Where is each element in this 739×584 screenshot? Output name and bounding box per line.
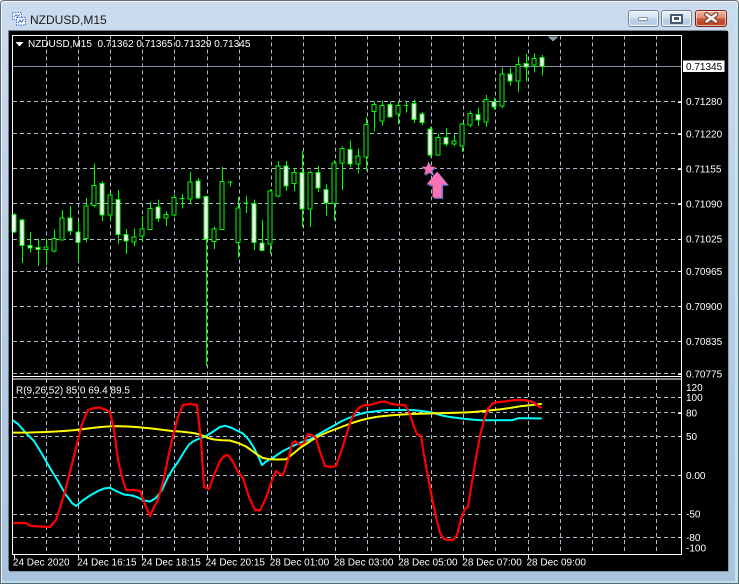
svg-text:80: 80 — [686, 409, 698, 420]
svg-text:28 Dec 03:00: 28 Dec 03:00 — [334, 558, 394, 569]
svg-text:28 Dec 07:00: 28 Dec 07:00 — [462, 558, 522, 569]
svg-text:NZDUSD,M15 0.71362 0.71365 0.: NZDUSD,M15 0.71362 0.71365 0.71329 0.713… — [28, 39, 251, 50]
svg-text:0.71220: 0.71220 — [686, 130, 723, 141]
svg-text:-50: -50 — [686, 510, 701, 521]
svg-text:0.00: 0.00 — [686, 471, 706, 482]
svg-text:0.71025: 0.71025 — [686, 235, 723, 246]
svg-text:28 Dec 09:00: 28 Dec 09:00 — [527, 558, 587, 569]
svg-text:24 Dec 16:15: 24 Dec 16:15 — [77, 558, 137, 569]
svg-text:28 Dec 05:00: 28 Dec 05:00 — [398, 558, 458, 569]
svg-text:0.70900: 0.70900 — [686, 302, 723, 313]
svg-text:0.71345: 0.71345 — [686, 62, 723, 73]
svg-text:0.70775: 0.70775 — [686, 370, 723, 381]
svg-text:24 Dec 18:15: 24 Dec 18:15 — [141, 558, 201, 569]
svg-text:24 Dec 20:15: 24 Dec 20:15 — [206, 558, 266, 569]
svg-text:100: 100 — [686, 393, 703, 404]
svg-text:28 Dec 01:00: 28 Dec 01:00 — [270, 558, 330, 569]
svg-text:0.70835: 0.70835 — [686, 337, 723, 348]
svg-text:0.71090: 0.71090 — [686, 200, 723, 211]
svg-text:0.70965: 0.70965 — [686, 267, 723, 278]
svg-text:0.71280: 0.71280 — [686, 97, 723, 108]
svg-text:R(9,26,52) 85.0 69.4 89.5: R(9,26,52) 85.0 69.4 89.5 — [16, 385, 130, 396]
svg-text:0.71155: 0.71155 — [686, 165, 722, 176]
svg-text:24 Dec 2020: 24 Dec 2020 — [13, 558, 70, 569]
svg-text:-100: -100 — [686, 543, 706, 554]
svg-text:50: 50 — [686, 432, 698, 443]
